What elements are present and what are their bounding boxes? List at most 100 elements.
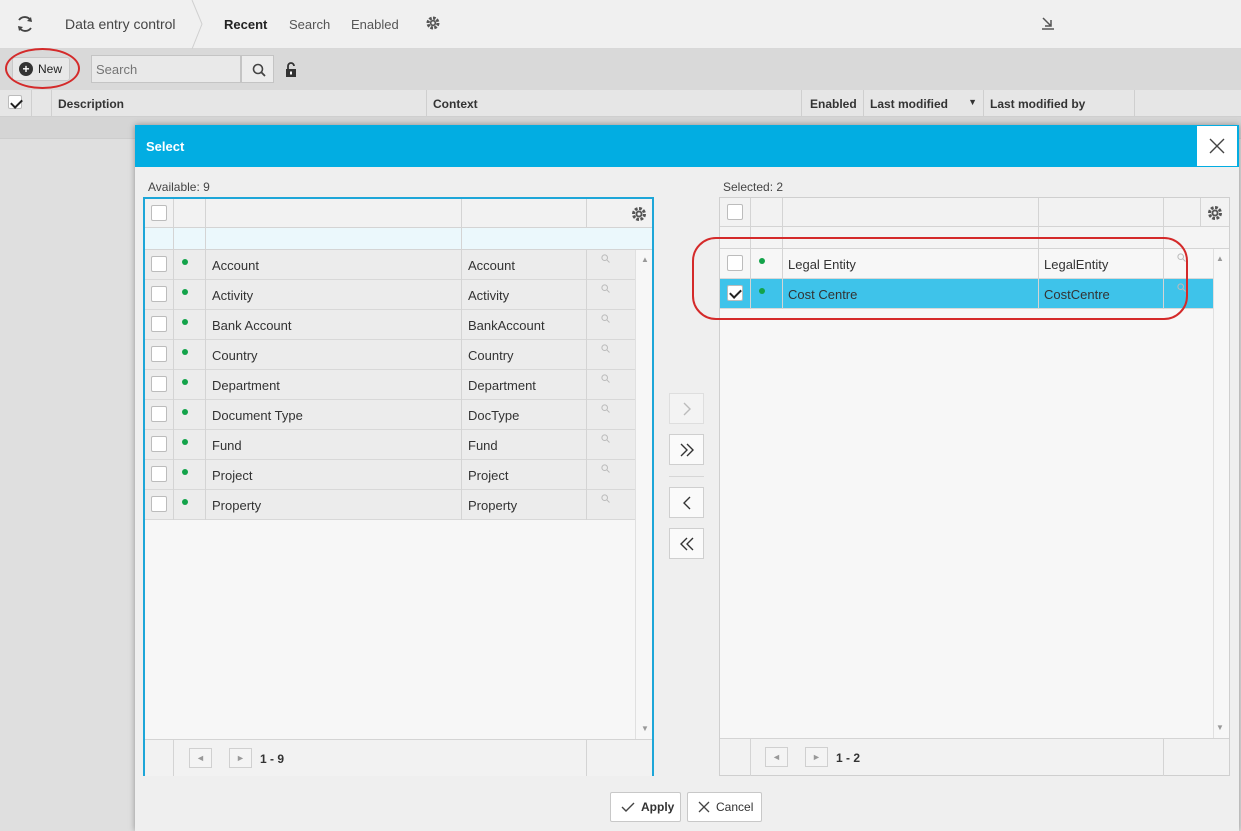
item-description: Project bbox=[212, 468, 253, 483]
double-chevron-left-icon bbox=[680, 537, 694, 551]
status-dot bbox=[182, 409, 188, 415]
column-last-modified-by[interactable]: Last modified by bbox=[984, 90, 1135, 117]
row-checkbox[interactable] bbox=[151, 316, 167, 332]
scroll-up-arrow[interactable]: ▲ bbox=[639, 255, 651, 265]
status-dot bbox=[182, 439, 188, 445]
next-page-button[interactable]: ► bbox=[229, 748, 252, 768]
row-search-icon[interactable] bbox=[601, 284, 610, 293]
prev-page-button[interactable]: ◄ bbox=[765, 747, 788, 767]
close-button[interactable] bbox=[1197, 126, 1237, 166]
item-code: BankAccount bbox=[468, 318, 545, 333]
selected-panel-header bbox=[720, 198, 1229, 227]
status-dot bbox=[182, 499, 188, 505]
row-checkbox[interactable] bbox=[151, 406, 167, 422]
available-pager: ◄ ► 1 - 9 bbox=[145, 739, 652, 776]
cancel-button-label: Cancel bbox=[716, 800, 754, 814]
select-all-column bbox=[0, 90, 32, 117]
column-description[interactable]: Description bbox=[52, 90, 427, 117]
status-dot bbox=[759, 288, 765, 294]
tab-search[interactable]: Search bbox=[289, 17, 330, 32]
item-code: Fund bbox=[468, 438, 498, 453]
dialog-title: Select bbox=[146, 139, 185, 154]
prev-page-button[interactable]: ◄ bbox=[189, 748, 212, 768]
tab-recent[interactable]: Recent bbox=[224, 17, 267, 32]
gear-icon[interactable] bbox=[424, 14, 442, 32]
list-item[interactable]: Fund Fund bbox=[145, 430, 636, 460]
select-all-checkbox[interactable] bbox=[8, 95, 22, 109]
close-icon bbox=[698, 801, 710, 813]
refresh-icon[interactable] bbox=[14, 13, 36, 35]
scroll-down-arrow[interactable]: ▼ bbox=[1214, 723, 1226, 733]
row-search-icon[interactable] bbox=[601, 254, 610, 263]
item-code: Department bbox=[468, 378, 536, 393]
list-item[interactable]: Property Property bbox=[145, 490, 636, 520]
apply-button[interactable]: Apply bbox=[610, 792, 681, 822]
row-search-icon[interactable] bbox=[601, 434, 610, 443]
row-checkbox[interactable] bbox=[151, 466, 167, 482]
row-checkbox[interactable] bbox=[151, 286, 167, 302]
list-item[interactable]: Department Department bbox=[145, 370, 636, 400]
row-checkbox[interactable] bbox=[151, 376, 167, 392]
row-checkbox[interactable] bbox=[151, 346, 167, 362]
row-checkbox[interactable] bbox=[151, 436, 167, 452]
search-input[interactable] bbox=[91, 55, 241, 83]
row-search-icon[interactable] bbox=[1177, 283, 1186, 292]
list-item[interactable]: Cost Centre CostCentre bbox=[720, 279, 1213, 309]
row-search-icon[interactable] bbox=[1177, 253, 1186, 262]
column-last-modified[interactable]: Last modified ▼ bbox=[864, 90, 984, 117]
list-item[interactable]: Country Country bbox=[145, 340, 636, 370]
row-search-icon[interactable] bbox=[601, 494, 610, 503]
row-search-icon[interactable] bbox=[601, 404, 610, 413]
available-panel-header bbox=[145, 199, 652, 228]
list-item[interactable]: Legal Entity LegalEntity bbox=[720, 249, 1213, 279]
list-item[interactable]: Activity Activity bbox=[145, 280, 636, 310]
plus-icon: + bbox=[19, 62, 33, 76]
available-filter-row[interactable] bbox=[145, 228, 652, 250]
app-title: Data entry control bbox=[65, 16, 176, 32]
item-code: LegalEntity bbox=[1044, 257, 1109, 272]
list-item[interactable]: Document Type DocType bbox=[145, 400, 636, 430]
list-item[interactable]: Bank Account BankAccount bbox=[145, 310, 636, 340]
gear-icon[interactable] bbox=[1205, 203, 1225, 223]
available-count-label: Available: 9 bbox=[148, 180, 210, 194]
row-search-icon[interactable] bbox=[601, 464, 610, 473]
item-description: Account bbox=[212, 258, 259, 273]
row-search-icon[interactable] bbox=[601, 374, 610, 383]
grid-header: Description Context Enabled Last modifie… bbox=[0, 90, 1241, 117]
scroll-down-arrow[interactable]: ▼ bbox=[639, 724, 651, 734]
status-dot bbox=[182, 469, 188, 475]
row-search-icon[interactable] bbox=[601, 314, 610, 323]
move-left-button[interactable] bbox=[669, 487, 704, 518]
row-search-icon[interactable] bbox=[601, 344, 610, 353]
unlock-icon[interactable] bbox=[284, 62, 298, 78]
item-description: Cost Centre bbox=[788, 287, 858, 302]
scroll-up-arrow[interactable]: ▲ bbox=[1214, 254, 1226, 264]
row-checkbox[interactable] bbox=[727, 285, 743, 301]
column-enabled[interactable]: Enabled bbox=[804, 90, 864, 117]
item-description: Department bbox=[212, 378, 280, 393]
tab-enabled[interactable]: Enabled bbox=[351, 17, 399, 32]
breadcrumb-separator bbox=[191, 0, 203, 49]
row-checkbox[interactable] bbox=[151, 256, 167, 272]
cancel-button[interactable]: Cancel bbox=[687, 792, 762, 822]
selected-select-all-checkbox[interactable] bbox=[727, 204, 743, 220]
row-checkbox[interactable] bbox=[151, 496, 167, 512]
checkmark-icon bbox=[621, 802, 635, 812]
list-item[interactable]: Project Project bbox=[145, 460, 636, 490]
available-select-all-checkbox[interactable] bbox=[151, 205, 167, 221]
move-right-button[interactable] bbox=[669, 393, 704, 424]
list-item[interactable]: Account Account bbox=[145, 250, 636, 280]
selected-filter-row[interactable] bbox=[720, 227, 1229, 249]
search-button[interactable] bbox=[241, 55, 274, 83]
move-all-right-button[interactable] bbox=[669, 434, 704, 465]
next-page-button[interactable]: ► bbox=[805, 747, 828, 767]
status-dot bbox=[182, 259, 188, 265]
gear-icon[interactable] bbox=[629, 204, 649, 224]
move-all-left-button[interactable] bbox=[669, 528, 704, 559]
selected-page-range: 1 - 2 bbox=[836, 751, 861, 765]
collapse-icon[interactable] bbox=[1041, 16, 1055, 30]
new-button[interactable]: + New bbox=[12, 57, 70, 81]
apply-button-label: Apply bbox=[641, 800, 675, 814]
column-context[interactable]: Context bbox=[427, 90, 802, 117]
row-checkbox[interactable] bbox=[727, 255, 743, 271]
